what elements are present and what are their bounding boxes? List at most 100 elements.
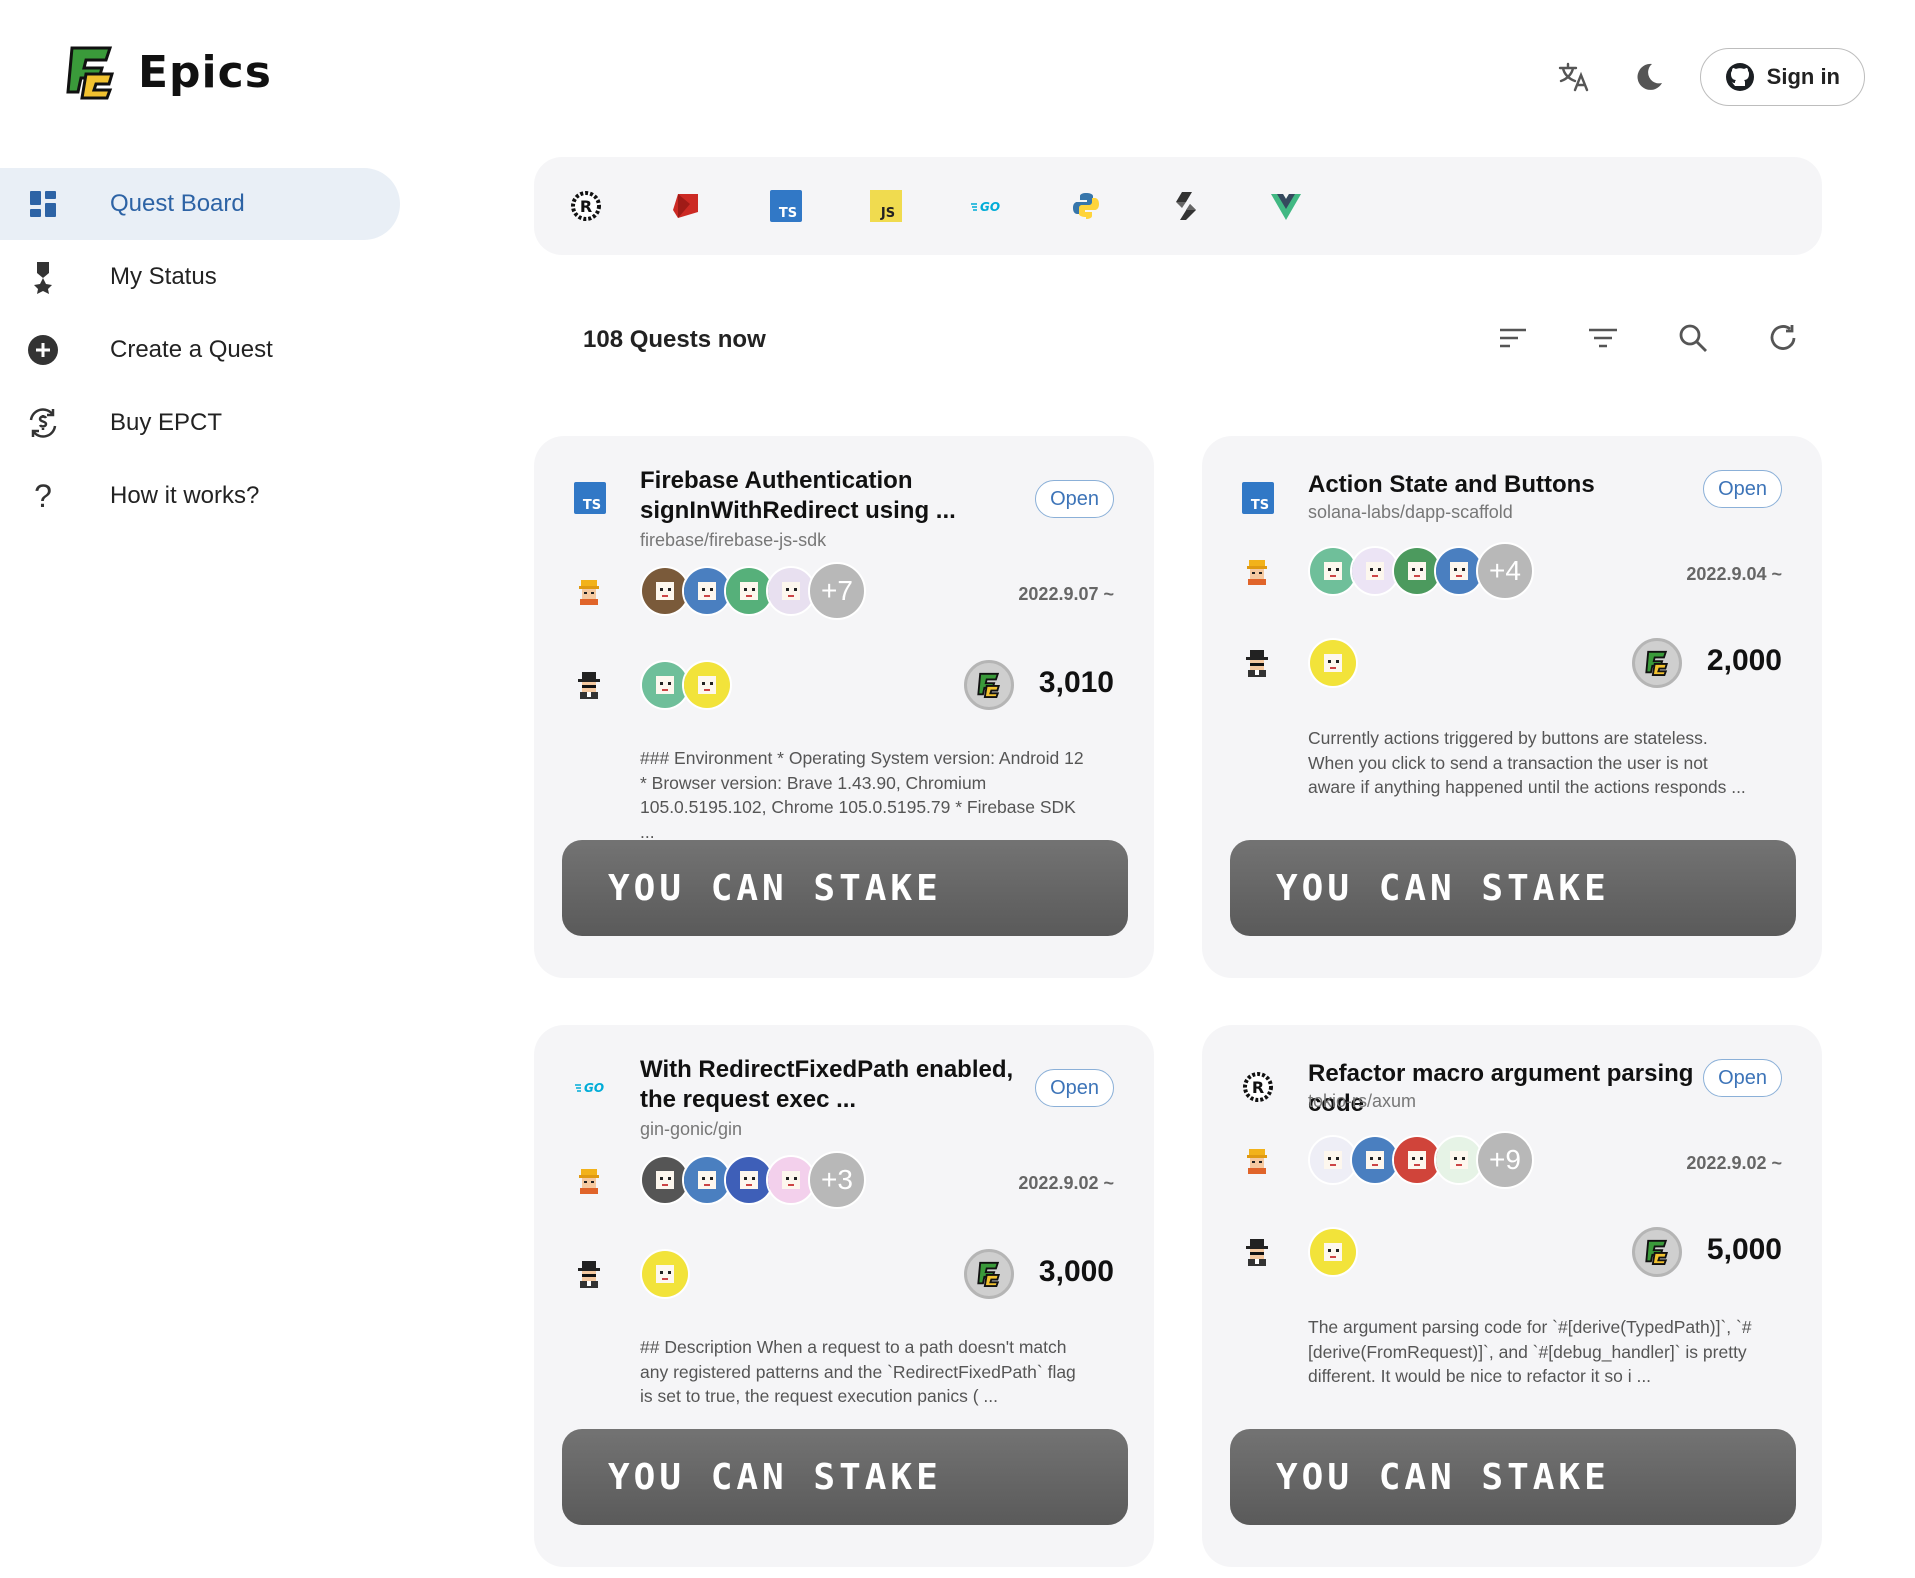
- stake-amount: 5,000: [1706, 1233, 1782, 1266]
- sort-icon[interactable]: [1493, 318, 1533, 358]
- dashboard-icon: [26, 187, 60, 221]
- quest-date: 2022.9.02 ~: [1018, 1173, 1114, 1193]
- svg-text:JS: JS: [880, 206, 895, 221]
- quest-repo[interactable]: firebase/firebase-js-sdk: [640, 530, 826, 551]
- quest-title[interactable]: Firebase Authentication signInWithRedire…: [640, 466, 1030, 526]
- go-icon: GO: [574, 1071, 606, 1103]
- sidebar-item-label: How it works?: [110, 482, 260, 509]
- stake-button[interactable]: YOU CAN STAKE: [562, 840, 1128, 936]
- ruby-icon[interactable]: [670, 190, 702, 222]
- sidebar-item-label: Create a Quest: [110, 336, 273, 363]
- typescript-icon: TS: [574, 482, 606, 514]
- staker-avatars: [640, 1249, 690, 1299]
- challenger-icon: [574, 576, 606, 608]
- quest-repo[interactable]: gin-gonic/gin: [640, 1119, 742, 1140]
- go-icon[interactable]: GO: [970, 190, 1002, 222]
- status-badge[interactable]: Open: [1703, 1059, 1782, 1097]
- staker-avatars: [1308, 1227, 1358, 1277]
- quest-repo[interactable]: solana-labs/dapp-scaffold: [1308, 502, 1513, 523]
- quest-title[interactable]: Action State and Buttons: [1308, 470, 1698, 500]
- quest-card[interactable]: TS Firebase Authentication signInWithRedi…: [534, 436, 1154, 978]
- sidebar: Quest Board My Status Create a Quest Buy…: [0, 168, 400, 533]
- translate-icon[interactable]: [1552, 55, 1596, 99]
- refresh-icon[interactable]: [1763, 318, 1803, 358]
- app-name: Epics: [138, 46, 272, 98]
- epics-logo-icon: [66, 46, 115, 100]
- typescript-icon: TS: [1242, 482, 1274, 514]
- epct-coin-icon: [1632, 638, 1682, 688]
- status-badge[interactable]: Open: [1703, 470, 1782, 508]
- sign-in-button[interactable]: Sign in: [1699, 48, 1865, 106]
- challenger-avatars: +4: [1308, 542, 1534, 600]
- quest-card[interactable]: R Refactor macro argument parsing code tok…: [1202, 1025, 1822, 1567]
- challenger-avatars: +9: [1308, 1131, 1534, 1189]
- sidebar-item-create-quest[interactable]: Create a Quest: [0, 314, 400, 386]
- staker-icon: [574, 1259, 606, 1291]
- moon-icon[interactable]: [1626, 55, 1670, 99]
- sidebar-item-label: Quest Board: [110, 190, 245, 217]
- rust-icon: R: [1242, 1071, 1274, 1103]
- stake-amount: 3,010: [1038, 666, 1114, 699]
- challenger-avatars: +3: [640, 1151, 866, 1209]
- sidebar-item-my-status[interactable]: My Status: [0, 241, 400, 313]
- avatar[interactable]: [1308, 1227, 1358, 1277]
- status-badge[interactable]: Open: [1035, 1069, 1114, 1107]
- epct-coin-icon: [964, 660, 1014, 710]
- filter-icon[interactable]: [1583, 318, 1623, 358]
- staker-icon: [1242, 1237, 1274, 1269]
- svg-text:GO: GO: [584, 1081, 604, 1095]
- more-participants-badge[interactable]: +9: [1476, 1131, 1534, 1189]
- sidebar-item-label: Buy EPCT: [110, 409, 223, 436]
- plus-circle-icon: [26, 333, 60, 367]
- staker-icon: [1242, 648, 1274, 680]
- python-icon[interactable]: [1070, 190, 1102, 222]
- typescript-icon[interactable]: TS: [770, 190, 802, 222]
- search-icon[interactable]: [1673, 318, 1713, 358]
- svg-text:TS: TS: [583, 498, 601, 513]
- rust-icon[interactable]: R: [570, 190, 602, 222]
- app-logo[interactable]: Epics: [66, 44, 272, 100]
- sidebar-item-buy-epct[interactable]: Buy EPCT: [0, 387, 400, 459]
- more-participants-badge[interactable]: +7: [808, 562, 866, 620]
- quest-description: Currently actions triggered by buttons a…: [1308, 728, 1746, 797]
- solidity-icon[interactable]: [1170, 190, 1202, 222]
- stake-button[interactable]: YOU CAN STAKE: [1230, 840, 1796, 936]
- challenger-icon: [1242, 1145, 1274, 1177]
- sidebar-item-how-it-works[interactable]: ? How it works?: [0, 460, 400, 532]
- stake-amount: 3,000: [1038, 1255, 1114, 1288]
- epct-coin-icon: [964, 1249, 1014, 1299]
- more-participants-badge[interactable]: +3: [808, 1151, 866, 1209]
- avatar[interactable]: [1308, 638, 1358, 688]
- quest-date: 2022.9.07 ~: [1018, 584, 1114, 604]
- quest-date: 2022.9.02 ~: [1686, 1153, 1782, 1173]
- quest-card[interactable]: TS Action State and Buttons solana-labs/da…: [1202, 436, 1822, 978]
- staker-icon: [574, 670, 606, 702]
- sidebar-item-quest-board[interactable]: Quest Board: [0, 168, 400, 240]
- stake-amount: 2,000: [1706, 644, 1782, 677]
- epct-coin-icon: [1632, 1227, 1682, 1277]
- vue-icon[interactable]: [1270, 190, 1302, 222]
- stake-button[interactable]: YOU CAN STAKE: [562, 1429, 1128, 1525]
- staker-avatars: [1308, 638, 1358, 688]
- svg-text:R: R: [580, 197, 592, 216]
- avatar[interactable]: [682, 660, 732, 710]
- quest-repo[interactable]: tokio-rs/axum: [1308, 1091, 1416, 1112]
- challenger-icon: [574, 1165, 606, 1197]
- avatar[interactable]: [640, 1249, 690, 1299]
- challenger-icon: [1242, 556, 1274, 588]
- javascript-icon[interactable]: JS: [870, 190, 902, 222]
- quest-date: 2022.9.04 ~: [1686, 564, 1782, 584]
- language-filter-bar: R TS JS GO: [534, 157, 1822, 255]
- stake-button[interactable]: YOU CAN STAKE: [1230, 1429, 1796, 1525]
- github-icon: [1725, 63, 1754, 91]
- more-participants-badge[interactable]: +4: [1476, 542, 1534, 600]
- question-icon: ?: [34, 477, 52, 514]
- quest-card[interactable]: GO With RedirectFixedPath enabled, the re…: [534, 1025, 1154, 1567]
- dollar-exchange-icon: [26, 406, 60, 440]
- svg-text:GO: GO: [980, 200, 1000, 214]
- quest-count: 108 Quests now: [583, 326, 766, 353]
- quest-description: ### Environment * Operating System versi…: [640, 748, 1084, 842]
- quest-title[interactable]: With RedirectFixedPath enabled, the requ…: [640, 1055, 1030, 1115]
- status-badge[interactable]: Open: [1035, 480, 1114, 518]
- quest-description: The argument parsing code for `#[derive(…: [1308, 1317, 1752, 1386]
